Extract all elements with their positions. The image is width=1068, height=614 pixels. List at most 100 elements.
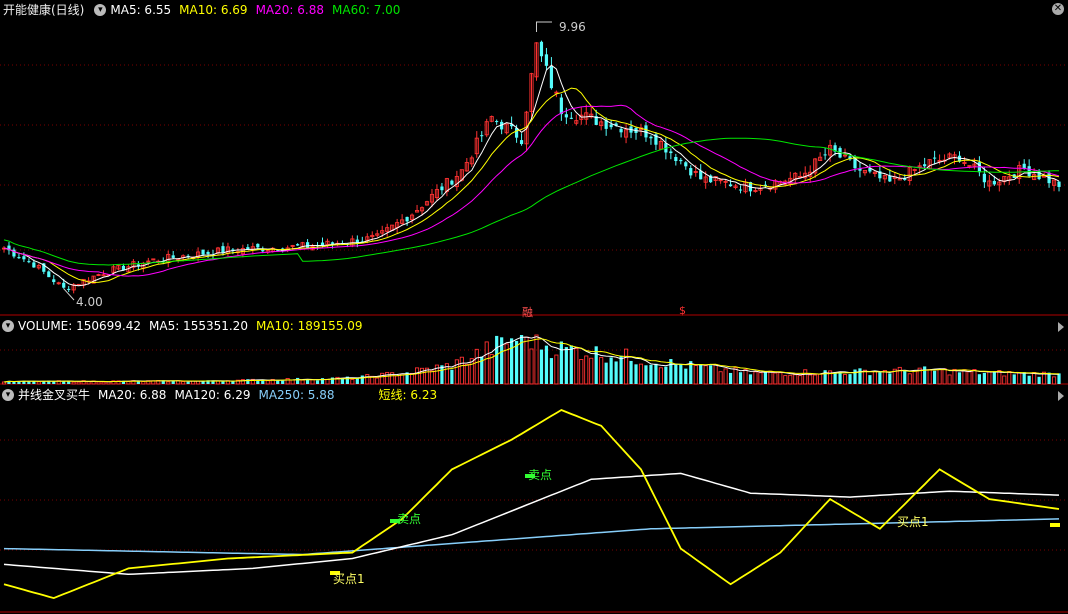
- volume-bar: [464, 363, 469, 385]
- candle-body: [32, 262, 36, 268]
- volume-bar: [1012, 374, 1016, 384]
- chevron-down-icon[interactable]: ▾: [94, 4, 107, 16]
- volume-bar: [564, 347, 568, 384]
- volume-panel-header: ▾ VOLUME: 150699.42 MA5: 155351.20 MA10:…: [0, 317, 371, 335]
- low-price-label: 4.00: [76, 295, 103, 309]
- indicator-panel-header: ▾ 并线金叉买牛 MA20: 6.88 MA120: 6.29 MA250: 5…: [0, 386, 445, 404]
- volume-bar: [375, 377, 380, 385]
- volume-bar: [1057, 373, 1061, 384]
- candle-body: [619, 128, 623, 133]
- volume-bar: [315, 380, 320, 384]
- volume-bar: [619, 355, 623, 384]
- volume-bar: [942, 368, 947, 385]
- volume-bar: [1037, 376, 1041, 384]
- volume-bar: [649, 364, 653, 384]
- high-price-label: 9.96: [559, 20, 586, 34]
- volume-bar: [614, 361, 618, 384]
- volume-bar: [758, 372, 763, 385]
- volume-bar: [699, 364, 703, 384]
- volume-bar: [166, 381, 171, 385]
- volume-value: VOLUME: 150699.42: [18, 319, 141, 333]
- candle-body: [405, 216, 409, 222]
- candle-body: [17, 257, 21, 259]
- candle-body: [1057, 181, 1061, 187]
- candle-body: [923, 164, 927, 167]
- volume-bar: [410, 372, 415, 385]
- short-line-value: 短线: 6.23: [378, 388, 438, 402]
- candle-body: [67, 288, 71, 290]
- volume-bar: [1022, 372, 1026, 384]
- volume-bar: [221, 381, 225, 384]
- volume-bar: [96, 381, 101, 385]
- volume-bar: [1032, 372, 1037, 385]
- candle-body: [330, 242, 335, 244]
- candle-body: [27, 261, 31, 263]
- candle-body: [495, 121, 499, 123]
- volume-ma10: MA10: 189155.09: [255, 319, 363, 333]
- candle-body: [221, 246, 225, 253]
- volume-bar: [325, 378, 330, 385]
- volume-bar: [862, 369, 867, 385]
- volume-bar: [923, 366, 927, 384]
- volume-bar: [753, 371, 758, 385]
- candle-body: [1022, 163, 1026, 169]
- volume-bar: [101, 381, 106, 385]
- expand-right-icon[interactable]: [1058, 322, 1064, 332]
- volume-bar: [36, 381, 41, 385]
- candle-body: [679, 159, 683, 162]
- volume-bar: [395, 375, 400, 385]
- volume-bar: [584, 355, 589, 385]
- volume-bar: [783, 375, 788, 385]
- volume-bar: [624, 348, 629, 385]
- volume-bar: [897, 366, 902, 385]
- volume-bar: [713, 364, 718, 385]
- volume-bar: [459, 356, 464, 385]
- close-icon[interactable]: ✕: [1052, 3, 1064, 15]
- volume-bar: [872, 370, 877, 385]
- volume-bar: [728, 372, 733, 384]
- candle-body: [888, 175, 892, 182]
- volume-bar: [554, 354, 559, 385]
- volume-bar: [574, 348, 579, 385]
- volume-bar: [589, 357, 594, 385]
- candle-body: [1037, 170, 1041, 180]
- ma5-value: MA5: 6.55: [110, 3, 172, 17]
- volume-bar: [933, 370, 937, 384]
- volume-bar: [654, 363, 658, 384]
- volume-bar: [365, 374, 370, 385]
- volume-bar: [977, 374, 981, 384]
- volume-bar: [579, 359, 584, 385]
- candle-body: [539, 41, 544, 57]
- volume-bar: [858, 368, 862, 384]
- candle-body: [669, 151, 673, 154]
- volume-bar: [709, 365, 713, 384]
- expand-right-icon[interactable]: [1058, 391, 1064, 401]
- candle-body: [738, 189, 743, 191]
- volume-bar: [658, 367, 663, 385]
- indicator-ma20: MA20: 6.88: [98, 388, 167, 402]
- stock-title[interactable]: 开能健康(日线): [3, 1, 84, 19]
- price-panel-header: 开能健康(日线) ▾ MA5: 6.55 MA10: 6.69 MA20: 6.…: [0, 1, 408, 19]
- volume-bar: [415, 367, 420, 385]
- chevron-down-icon[interactable]: ▾: [2, 389, 14, 401]
- volume-bar: [903, 370, 907, 384]
- chevron-down-icon[interactable]: ▾: [2, 320, 14, 332]
- high-price-pointer: [535, 21, 552, 32]
- sell-point-label: 卖点: [397, 512, 422, 526]
- volume-bar: [320, 378, 325, 384]
- volume-bar: [868, 375, 872, 384]
- candle-body: [823, 154, 827, 156]
- candle-body: [22, 256, 26, 260]
- candle-body: [728, 184, 733, 187]
- volume-bar: [798, 375, 803, 385]
- candle-body: [206, 251, 210, 254]
- candle-body: [982, 173, 986, 183]
- volume-bar: [664, 366, 668, 384]
- volume-bar: [853, 369, 857, 384]
- volume-bar: [265, 380, 270, 385]
- volume-bar: [778, 372, 783, 385]
- volume-bar: [186, 381, 190, 384]
- volume-bar: [529, 348, 534, 385]
- buy-point-label: 买点1: [333, 572, 365, 586]
- candle-body: [674, 156, 678, 162]
